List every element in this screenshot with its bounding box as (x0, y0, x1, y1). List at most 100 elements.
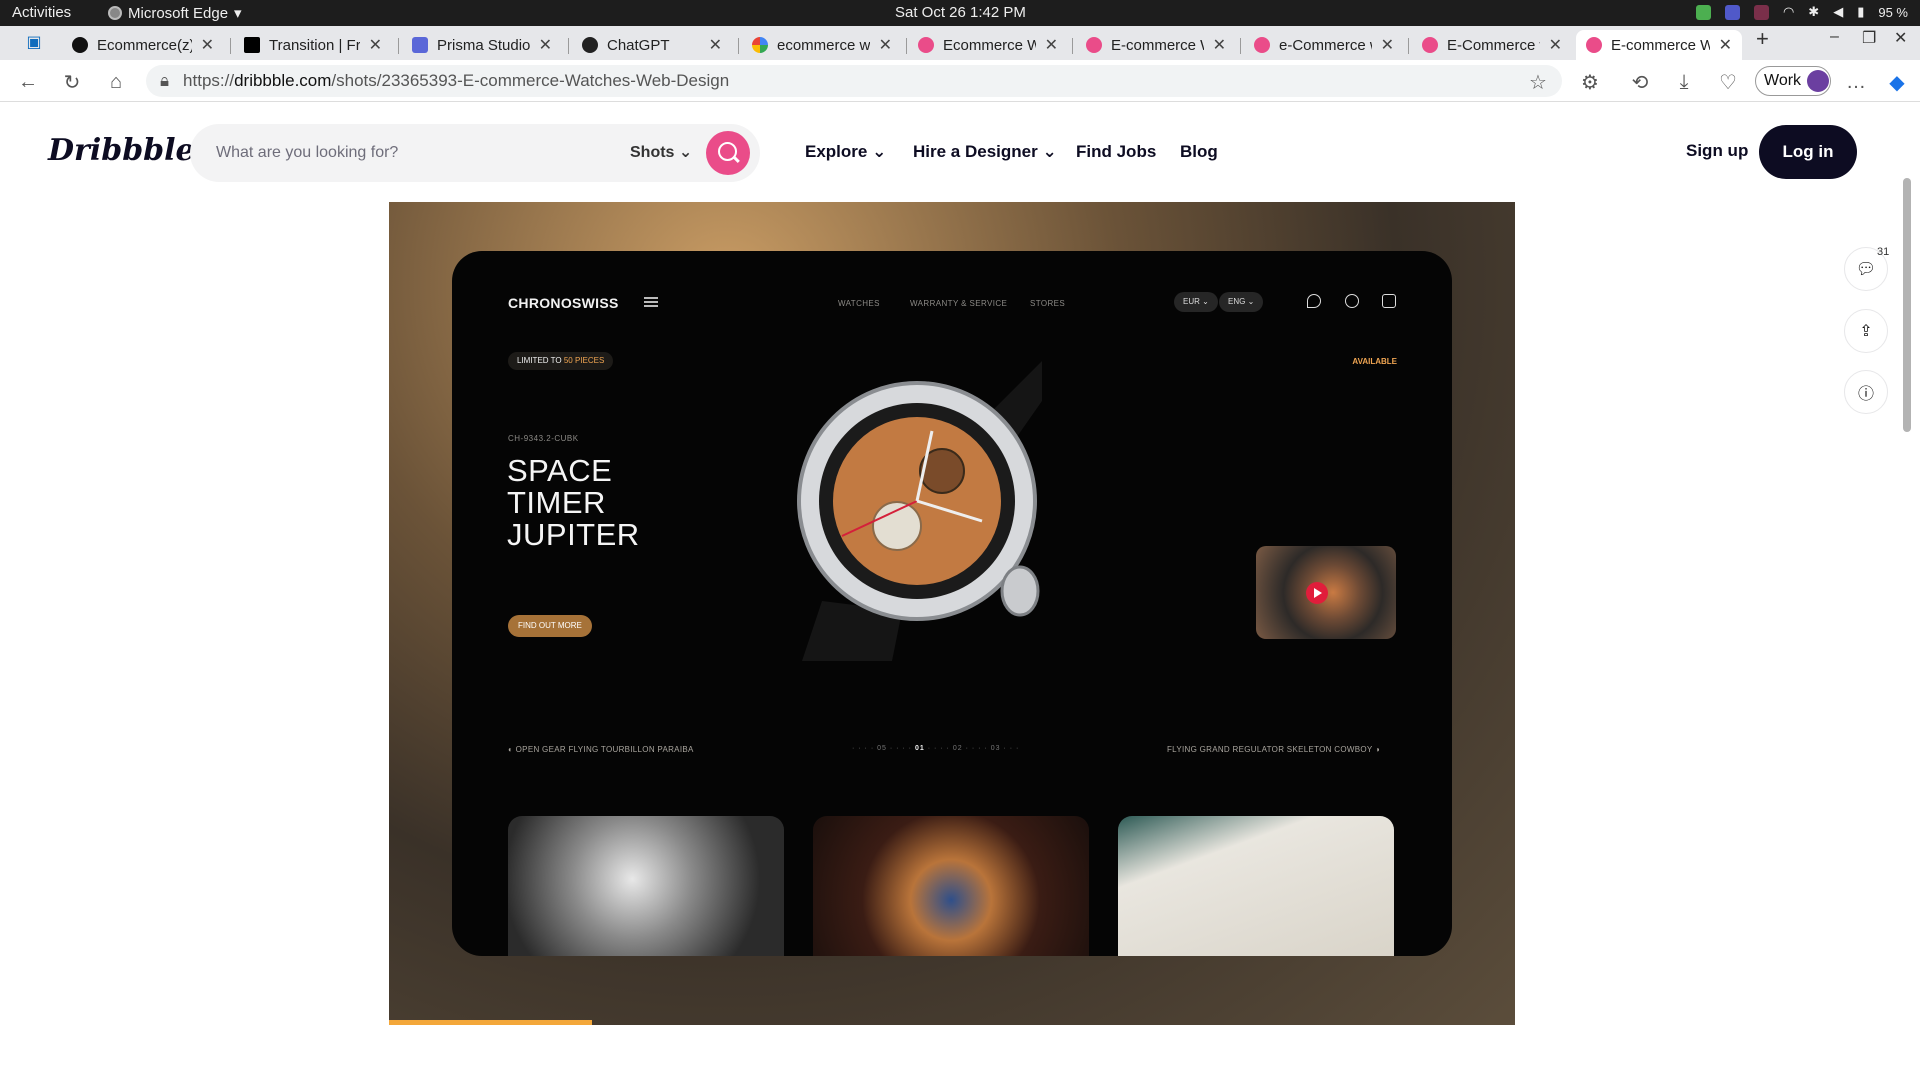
bluetooth-icon[interactable]: ✱ (1808, 4, 1819, 20)
search-bar: Shots ⌄ (190, 124, 760, 182)
restore-icon[interactable]: ❐ (1862, 28, 1876, 48)
window-close-icon[interactable]: ✕ (1894, 28, 1907, 48)
history-icon[interactable]: ⟲ (1628, 70, 1652, 94)
close-icon[interactable]: ✕ (709, 35, 722, 55)
availability-label: AVAILABLE (1352, 357, 1397, 366)
wifi-icon[interactable]: ◠ (1783, 4, 1794, 20)
lock-icon[interactable]: 🔒︎ (160, 71, 169, 91)
tab-divider (1072, 38, 1073, 54)
nvidia-tray-icon[interactable] (1695, 4, 1711, 20)
shot-media-progress-bar (389, 1020, 592, 1025)
tab-favicon-icon (72, 37, 88, 53)
app-tray-icon[interactable] (1753, 4, 1769, 20)
teams-tray-icon[interactable] (1724, 4, 1740, 20)
outlook-tab-icon[interactable]: ▣ (22, 30, 46, 54)
close-icon[interactable]: ✕ (539, 35, 552, 55)
share-button[interactable]: ⇪ (1844, 309, 1888, 353)
home-icon[interactable]: ⌂ (104, 70, 128, 94)
tab-7[interactable]: E-commerce We ✕ (1076, 30, 1236, 60)
tab-divider (738, 38, 739, 54)
profile-button[interactable]: Work (1755, 66, 1831, 96)
tab-10-active[interactable]: E-commerce W ✕ (1576, 30, 1742, 60)
system-top-bar: Activities Microsoft Edge ▾ Sat Oct 26 1… (0, 0, 1920, 26)
page-scrollbar[interactable] (1903, 178, 1911, 432)
activities-button[interactable]: Activities (12, 4, 71, 21)
video-thumbnail (1256, 546, 1396, 639)
watch-hero-image (797, 361, 1042, 661)
tab-divider (1240, 38, 1241, 54)
browser-toolbar: ← ↻ ⌂ 🔒︎ https://dribbble.com/shots/2336… (0, 60, 1920, 102)
info-icon: ⓘ (1857, 386, 1874, 403)
tab-6[interactable]: Ecommerce We ✕ (908, 30, 1068, 60)
close-icon[interactable]: ✕ (1045, 35, 1058, 55)
tab-title: Ecommerce We (943, 36, 1036, 54)
mockup-nav-warranty: WARRANTY & SERVICE (910, 299, 1008, 308)
tab-1[interactable]: Ecommerce(z) ✕ (62, 30, 224, 60)
copilot-icon[interactable]: ◆ (1885, 70, 1909, 94)
tab-4[interactable]: ChatGPT ✕ (572, 30, 732, 60)
chevron-down-icon: ⌄ (872, 142, 887, 161)
slider-pager: · · · · 05 · · · · 01 · · · · 02 · · · ·… (852, 745, 1020, 752)
shot-image[interactable]: CHRONOSWISS WATCHES WARRANTY & SERVICE S… (389, 202, 1515, 1025)
tab-title: Prisma Studio (437, 36, 530, 54)
watchmaker-portrait-card (508, 816, 784, 956)
nav-blog[interactable]: Blog (1180, 142, 1218, 162)
find-out-more-button: FIND OUT MORE (508, 615, 592, 637)
details-button[interactable]: ⓘ (1844, 370, 1888, 414)
tab-divider (398, 38, 399, 54)
downloads-icon[interactable]: ⤓ (1672, 70, 1696, 94)
browser-essentials-icon[interactable]: ♡ (1716, 70, 1740, 94)
system-clock[interactable]: Sat Oct 26 1:42 PM (895, 4, 1026, 21)
close-icon[interactable]: ✕ (201, 35, 214, 55)
tab-5[interactable]: ecommerce we ✕ (742, 30, 902, 60)
close-icon[interactable]: ✕ (369, 35, 382, 55)
tab-title: E-commerce W (1611, 36, 1710, 54)
close-icon[interactable]: ✕ (1549, 35, 1562, 55)
tab-title: E-Commerce we (1447, 36, 1540, 54)
chevron-down-icon: ⌄ (678, 144, 693, 161)
tab-3[interactable]: Prisma Studio ✕ (402, 30, 562, 60)
avatar (1807, 70, 1830, 92)
close-icon[interactable]: ✕ (879, 35, 892, 55)
log-in-button[interactable]: Log in (1759, 125, 1857, 179)
minimize-icon[interactable]: – (1830, 28, 1839, 46)
tab-8[interactable]: e-Commerce we ✕ (1244, 30, 1404, 60)
reference-number: CH-9343.2-CUBK (508, 434, 579, 443)
tab-2[interactable]: Transition | Fran ✕ (234, 30, 392, 60)
sign-up-link[interactable]: Sign up (1686, 141, 1748, 161)
search-input[interactable] (216, 141, 576, 165)
nav-find-jobs[interactable]: Find Jobs (1076, 142, 1156, 162)
tab-divider (568, 38, 569, 54)
system-tray[interactable]: ◠ ✱ ◀ ▮ 95 % (1695, 4, 1908, 20)
more-options-icon[interactable]: … (1844, 70, 1868, 94)
tab-title: Ecommerce(z) (97, 36, 192, 54)
nav-explore[interactable]: Explore ⌄ (805, 142, 886, 162)
close-icon[interactable]: ✕ (1381, 35, 1394, 55)
watch-closeup-card (813, 816, 1089, 956)
back-arrow-icon[interactable]: ← (16, 70, 40, 94)
mockup-nav-watches: WATCHES (838, 299, 880, 308)
limited-edition-badge: LIMITED TO 50 PIECES (508, 352, 614, 370)
comment-icon: 💬︎ (1855, 261, 1877, 278)
reload-icon[interactable]: ↻ (60, 70, 84, 94)
dribbble-logo[interactable]: Dribbble (48, 133, 195, 168)
tab-title: ecommerce we (777, 36, 870, 54)
chevron-down-icon: ▾ (234, 5, 242, 22)
favorite-star-icon[interactable]: ☆ (1526, 70, 1550, 94)
close-icon[interactable]: ✕ (1213, 35, 1226, 55)
app-menu-label: Microsoft Edge (128, 4, 229, 22)
extensions-icon[interactable]: ⚙ (1578, 70, 1602, 94)
tab-9[interactable]: E-Commerce we ✕ (1412, 30, 1572, 60)
volume-icon[interactable]: ◀ (1833, 4, 1843, 20)
new-tab-button[interactable]: + (1756, 26, 1769, 52)
address-bar[interactable]: 🔒︎ https://dribbble.com/shots/23365393-E… (146, 65, 1562, 97)
next-model-link: FLYING GRAND REGULATOR SKELETON COWBOY ◑ (1167, 745, 1381, 754)
nav-hire-a-designer[interactable]: Hire a Designer ⌄ (913, 142, 1057, 162)
search-scope-dropdown[interactable]: Shots ⌄ (630, 142, 692, 162)
share-icon: ⇪ (1859, 323, 1873, 340)
battery-icon[interactable]: ▮ (1857, 4, 1864, 20)
product-title: SPACE TIMER JUPITER (507, 453, 640, 552)
search-button[interactable] (706, 131, 750, 175)
app-menu[interactable]: Microsoft Edge ▾ (108, 4, 242, 22)
close-icon[interactable]: ✕ (1719, 35, 1732, 55)
